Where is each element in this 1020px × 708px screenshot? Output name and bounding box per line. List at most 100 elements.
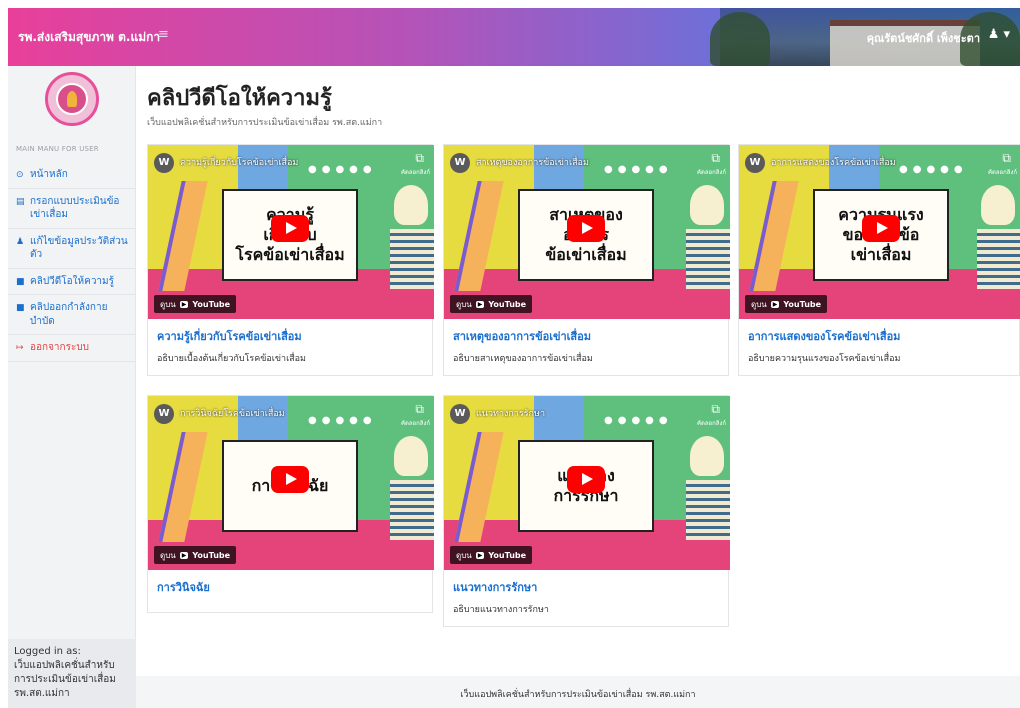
dots-decoration: ●●●●● xyxy=(604,164,673,175)
card-title[interactable]: อาการแสดงของโรคข้อเข่าเสื่อม xyxy=(748,327,1010,345)
card-title[interactable]: ความรู้เกี่ยวกับโรคข้อเข่าเสื่อม xyxy=(157,327,423,345)
sidebar-item-knowledge-videos[interactable]: ■ คลิปวีดีโอให้ความรู้ xyxy=(8,269,135,295)
youtube-icon: ▶ xyxy=(475,300,485,308)
watch-on-youtube[interactable]: ดูบน ▶ YouTube xyxy=(154,546,237,564)
copy-link-label[interactable]: คัดลอกลิงก์ xyxy=(697,167,726,177)
youtube-label: YouTube xyxy=(783,299,822,309)
page-subtitle: เว็บแอปพลิเคชั่นสำหรับการประเมินข้อเข่าเ… xyxy=(147,118,383,128)
youtube-label: YouTube xyxy=(192,550,231,560)
skeleton-illustration xyxy=(686,480,730,540)
logo-emblem xyxy=(56,83,88,115)
logged-in-text: Logged in as: เว็บแอปพลิเคชั่นสำหรับการป… xyxy=(14,646,116,699)
copy-link-label[interactable]: คัดลอกลิงก์ xyxy=(697,418,726,428)
sidebar-item-profile[interactable]: ♟ แก้ไขข้อมูลประวัติส่วนตัว xyxy=(8,229,135,269)
dots-decoration: ●●●●● xyxy=(604,415,673,426)
video-title[interactable]: อาการแสดงของโรคข้อเข่าเสื่อม xyxy=(771,155,896,169)
copy-link-icon[interactable]: ⧉ xyxy=(711,402,720,417)
card-description: อธิบายความรุนแรงของโรคข้อเข่าเสื่อม xyxy=(748,354,901,364)
play-button[interactable] xyxy=(567,215,605,242)
copy-link-label[interactable]: คัดลอกลิงก์ xyxy=(988,167,1017,177)
brand-title[interactable]: รพ.ส่งเสริมสุขภาพ ต.แม่กา xyxy=(18,28,160,47)
play-button[interactable] xyxy=(567,466,605,493)
watch-on-label: ดูบน xyxy=(160,299,176,309)
copy-link-label[interactable]: คัดลอกลิงก์ xyxy=(401,167,430,177)
copy-link-icon[interactable]: ⧉ xyxy=(711,151,720,166)
footer-text: เว็บแอปพลิเคชั่นสำหรับการประเมินข้อเข่าเ… xyxy=(460,690,696,700)
video-player[interactable]: W สาเหตุของอาการข้อเข่าเสื่อม ●●●●● ⧉ คั… xyxy=(444,145,730,319)
skull-illustration xyxy=(690,436,724,476)
video-card: W สาเหตุของอาการข้อเข่าเสื่อม ●●●●● ⧉ คั… xyxy=(443,144,730,376)
logout-icon: ↦ xyxy=(16,343,24,353)
buddha-figure xyxy=(67,91,77,107)
copy-link-icon[interactable]: ⧉ xyxy=(415,402,424,417)
channel-avatar[interactable]: W xyxy=(450,404,470,424)
watch-on-label: ดูบน xyxy=(160,550,176,560)
watch-on-label: ดูบน xyxy=(751,299,767,309)
menu-toggle-icon[interactable]: ≡ xyxy=(158,27,169,42)
watch-on-youtube[interactable]: ดูบน ▶ YouTube xyxy=(450,546,533,564)
tree-shape xyxy=(710,12,770,66)
youtube-icon: ▶ xyxy=(770,300,780,308)
video-title[interactable]: ความรู้เกี่ยวกับโรคข้อเข่าเสื่อม xyxy=(180,155,298,169)
video-card: W แนวทางการรักษา ●●●●● ⧉ คัดลอกลิงก์ แนว… xyxy=(443,395,730,627)
sidebar-item-label: คลิปออกกำลังกายบำบัด xyxy=(30,302,108,327)
sidebar-item-logout[interactable]: ↦ ออกจากระบบ xyxy=(8,335,135,362)
menu-title: MAIN MANU FOR USER xyxy=(16,145,99,153)
card-description: อธิบายเบื้องต้นเกี่ยวกับโรคข้อเข่าเสื่อม xyxy=(157,354,306,364)
channel-avatar[interactable]: W xyxy=(154,153,174,173)
sidebar-item-label: กรอกแบบประเมินข้อเข่าเสื่อม xyxy=(30,195,120,221)
watch-on-youtube[interactable]: ดูบน ▶ YouTube xyxy=(745,295,828,313)
watch-on-youtube[interactable]: ดูบน ▶ YouTube xyxy=(450,295,533,313)
card-info: แนวทางการรักษา อธิบายแนวทางการรักษา xyxy=(444,570,728,626)
sidebar-item-label: คลิปวีดีโอให้ความรู้ xyxy=(30,275,115,287)
dots-decoration: ●●●●● xyxy=(308,164,377,175)
video-player[interactable]: W อาการแสดงของโรคข้อเข่าเสื่อม ●●●●● ⧉ ค… xyxy=(739,145,1020,319)
card-title[interactable]: สาเหตุของอาการข้อเข่าเสื่อม xyxy=(453,327,719,345)
video-title[interactable]: การวินิจฉัยโรคข้อเข่าเสื่อม xyxy=(180,406,285,420)
dots-decoration: ●●●●● xyxy=(308,415,377,426)
video-card: W การวินิจฉัยโรคข้อเข่าเสื่อม ●●●●● ⧉ คั… xyxy=(147,395,434,613)
video-player[interactable]: W การวินิจฉัยโรคข้อเข่าเสื่อม ●●●●● ⧉ คั… xyxy=(148,396,434,570)
watch-on-youtube[interactable]: ดูบน ▶ YouTube xyxy=(154,295,237,313)
play-button[interactable] xyxy=(271,466,309,493)
skeleton-illustration xyxy=(686,229,730,289)
copy-link-icon[interactable]: ⧉ xyxy=(1002,151,1011,166)
skull-illustration xyxy=(981,185,1015,225)
sidebar-item-label: ออกจากระบบ xyxy=(30,342,90,353)
home-icon: ⊙ xyxy=(16,170,24,180)
channel-avatar[interactable]: W xyxy=(450,153,470,173)
page-title: คลิปวีดีโอให้ความรู้ xyxy=(147,86,332,111)
card-info: อาการแสดงของโรคข้อเข่าเสื่อม อธิบายความร… xyxy=(739,319,1019,375)
channel-avatar[interactable]: W xyxy=(154,404,174,424)
card-title[interactable]: การวินิจฉัย xyxy=(157,578,423,596)
video-card: W ความรู้เกี่ยวกับโรคข้อเข่าเสื่อม ●●●●●… xyxy=(147,144,434,376)
user-dropdown-icon[interactable]: ♟ ▾ xyxy=(988,27,1010,42)
youtube-label: YouTube xyxy=(488,550,527,560)
sidebar-item-home[interactable]: ⊙ หน้าหลัก xyxy=(8,162,135,189)
sidebar-item-assessment[interactable]: ▤ กรอกแบบประเมินข้อเข่าเสื่อม xyxy=(8,189,135,229)
user-name[interactable]: คุณรัตน์ชศักดิ์ เพ็งชะตา xyxy=(867,29,980,47)
play-button[interactable] xyxy=(862,215,900,242)
video-player[interactable]: W ความรู้เกี่ยวกับโรคข้อเข่าเสื่อม ●●●●●… xyxy=(148,145,434,319)
watch-on-label: ดูบน xyxy=(456,550,472,560)
skull-illustration xyxy=(394,436,428,476)
video-title[interactable]: แนวทางการรักษา xyxy=(476,406,545,420)
video-title[interactable]: สาเหตุของอาการข้อเข่าเสื่อม xyxy=(476,155,589,169)
sidebar: MAIN MANU FOR USER ⊙ หน้าหลัก ▤ กรอกแบบป… xyxy=(8,66,136,708)
youtube-icon: ▶ xyxy=(179,300,189,308)
card-info: สาเหตุของอาการข้อเข่าเสื่อม อธิบายสาเหตุ… xyxy=(444,319,728,375)
youtube-icon: ▶ xyxy=(179,551,189,559)
card-description: อธิบายสาเหตุของอาการข้อเข่าเสื่อม xyxy=(453,354,593,364)
copy-link-label[interactable]: คัดลอกลิงก์ xyxy=(401,418,430,428)
card-title[interactable]: แนวทางการรักษา xyxy=(453,578,719,596)
channel-avatar[interactable]: W xyxy=(745,153,765,173)
video-player[interactable]: W แนวทางการรักษา ●●●●● ⧉ คัดลอกลิงก์ แนว… xyxy=(444,396,730,570)
play-button[interactable] xyxy=(271,215,309,242)
calendar-icon: ▤ xyxy=(16,196,25,207)
skull-illustration xyxy=(690,185,724,225)
logged-in-info: Logged in as: เว็บแอปพลิเคชั่นสำหรับการป… xyxy=(8,639,136,708)
card-info: ความรู้เกี่ยวกับโรคข้อเข่าเสื่อม อธิบายเ… xyxy=(148,319,432,375)
copy-link-icon[interactable]: ⧉ xyxy=(415,151,424,166)
skeleton-illustration xyxy=(390,229,434,289)
sidebar-item-exercise-videos[interactable]: ■ คลิปออกกำลังกายบำบัด xyxy=(8,295,135,335)
